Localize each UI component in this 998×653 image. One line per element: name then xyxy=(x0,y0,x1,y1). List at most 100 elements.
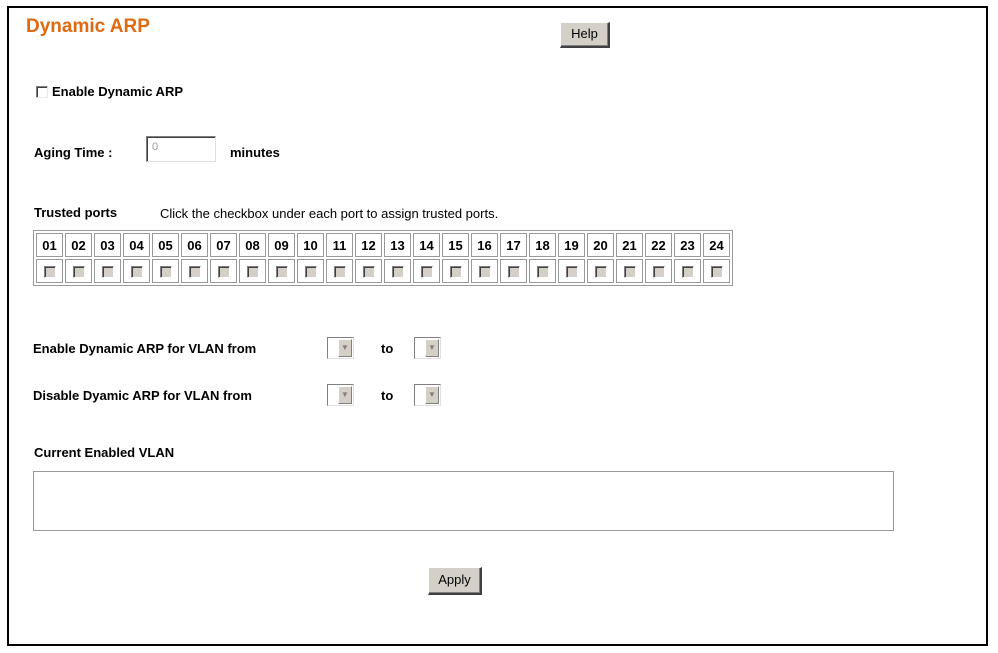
port-number: 05 xyxy=(152,233,179,257)
port-number: 12 xyxy=(355,233,382,257)
port-checkbox-cell xyxy=(500,259,527,283)
trusted-port-checkbox[interactable] xyxy=(449,266,462,279)
port-number: 18 xyxy=(529,233,556,257)
enable-vlan-from-select[interactable]: ▼ xyxy=(327,337,354,359)
port-number: 04 xyxy=(123,233,150,257)
port-checkbox-cell xyxy=(384,259,411,283)
help-button[interactable]: Help xyxy=(560,22,610,48)
trusted-port-checkbox[interactable] xyxy=(217,266,230,279)
port-checkbox-cell xyxy=(587,259,614,283)
port-number: 13 xyxy=(384,233,411,257)
trusted-port-checkbox[interactable] xyxy=(188,266,201,279)
chevron-down-icon: ▼ xyxy=(338,339,352,357)
port-number: 16 xyxy=(471,233,498,257)
port-number: 14 xyxy=(413,233,440,257)
port-checkbox-cell xyxy=(94,259,121,283)
trusted-port-checkbox[interactable] xyxy=(72,266,85,279)
trusted-port-checkbox[interactable] xyxy=(304,266,317,279)
port-number: 15 xyxy=(442,233,469,257)
trusted-port-checkbox[interactable] xyxy=(565,266,578,279)
port-checkbox-cell xyxy=(326,259,353,283)
trusted-port-checkbox[interactable] xyxy=(362,266,375,279)
port-checkbox-cell xyxy=(181,259,208,283)
trusted-ports-label: Trusted ports xyxy=(34,205,118,220)
trusted-port-checkbox[interactable] xyxy=(43,266,56,279)
port-number: 23 xyxy=(674,233,701,257)
port-number: 03 xyxy=(94,233,121,257)
port-number: 20 xyxy=(587,233,614,257)
trusted-port-checkbox[interactable] xyxy=(681,266,694,279)
port-number: 07 xyxy=(210,233,237,257)
current-enabled-vlan-box xyxy=(33,471,894,531)
enable-vlan-to-select[interactable]: ▼ xyxy=(414,337,441,359)
port-checkbox-cell xyxy=(703,259,730,283)
trusted-port-checkbox[interactable] xyxy=(507,266,520,279)
trusted-port-checkbox[interactable] xyxy=(101,266,114,279)
enable-vlan-label: Enable Dynamic ARP for VLAN from xyxy=(33,341,257,356)
port-number: 10 xyxy=(297,233,324,257)
trusted-port-checkbox[interactable] xyxy=(652,266,665,279)
disable-vlan-from-select[interactable]: ▼ xyxy=(327,384,354,406)
aging-time-input[interactable]: 0 xyxy=(146,136,216,162)
port-checkbox-cell xyxy=(558,259,585,283)
disable-vlan-label: Disable Dyamic ARP for VLAN from xyxy=(33,388,252,403)
disable-vlan-to-label: to xyxy=(381,388,394,403)
port-checkbox-cell xyxy=(471,259,498,283)
port-number: 02 xyxy=(65,233,92,257)
port-checkbox-cell xyxy=(239,259,266,283)
port-checkbox-cell xyxy=(65,259,92,283)
port-checkbox-cell xyxy=(36,259,63,283)
port-checkbox-cell xyxy=(152,259,179,283)
page-title: Dynamic ARP xyxy=(26,16,150,37)
port-checkbox-cell xyxy=(442,259,469,283)
trusted-port-checkbox[interactable] xyxy=(478,266,491,279)
trusted-port-checkbox[interactable] xyxy=(420,266,433,279)
port-number: 17 xyxy=(500,233,527,257)
aging-time-label: Aging Time : xyxy=(34,145,113,160)
port-number: 22 xyxy=(645,233,672,257)
apply-button[interactable]: Apply xyxy=(428,567,482,595)
port-checkbox-cell xyxy=(268,259,295,283)
trusted-port-checkbox[interactable] xyxy=(710,266,723,279)
port-number: 21 xyxy=(616,233,643,257)
port-number: 24 xyxy=(703,233,730,257)
trusted-port-checkbox[interactable] xyxy=(536,266,549,279)
trusted-ports-hint: Click the checkbox under each port to as… xyxy=(160,206,499,221)
port-number: 19 xyxy=(558,233,585,257)
port-checkbox-cell xyxy=(529,259,556,283)
port-checkbox-cell xyxy=(297,259,324,283)
port-number: 08 xyxy=(239,233,266,257)
enable-vlan-to-label: to xyxy=(381,341,394,356)
trusted-port-checkbox[interactable] xyxy=(594,266,607,279)
port-checkbox-cell xyxy=(413,259,440,283)
chevron-down-icon: ▼ xyxy=(425,339,439,357)
enable-dynamic-arp-label: Enable Dynamic ARP xyxy=(52,84,184,99)
port-number: 11 xyxy=(326,233,353,257)
chevron-down-icon: ▼ xyxy=(338,386,352,404)
port-checkbox-row xyxy=(36,259,730,283)
port-number: 09 xyxy=(268,233,295,257)
trusted-port-checkbox[interactable] xyxy=(246,266,259,279)
trusted-port-checkbox[interactable] xyxy=(275,266,288,279)
port-checkbox-cell xyxy=(210,259,237,283)
trusted-port-checkbox[interactable] xyxy=(623,266,636,279)
enable-dynamic-arp-checkbox[interactable] xyxy=(36,86,48,98)
current-enabled-vlan-label: Current Enabled VLAN xyxy=(34,445,175,460)
chevron-down-icon: ▼ xyxy=(425,386,439,404)
trusted-port-checkbox[interactable] xyxy=(130,266,143,279)
trusted-ports-table: 01 02 03 04 05 06 07 08 09 10 11 12 13 14 15 16 17 18 19 20… xyxy=(33,230,733,286)
disable-vlan-to-select[interactable]: ▼ xyxy=(414,384,441,406)
aging-time-unit: minutes xyxy=(230,145,280,160)
trusted-port-checkbox[interactable] xyxy=(159,266,172,279)
port-checkbox-cell xyxy=(123,259,150,283)
port-number: 06 xyxy=(181,233,208,257)
port-number: 01 xyxy=(36,233,63,257)
dynamic-arp-panel xyxy=(7,6,988,646)
port-checkbox-cell xyxy=(616,259,643,283)
port-number-row: 01 02 03 04 05 06 07 08 09 10 11 12 13 14 15 16 17 18 19 20… xyxy=(36,233,730,257)
port-checkbox-cell xyxy=(674,259,701,283)
trusted-port-checkbox[interactable] xyxy=(391,266,404,279)
port-checkbox-cell xyxy=(355,259,382,283)
trusted-port-checkbox[interactable] xyxy=(333,266,346,279)
port-checkbox-cell xyxy=(645,259,672,283)
